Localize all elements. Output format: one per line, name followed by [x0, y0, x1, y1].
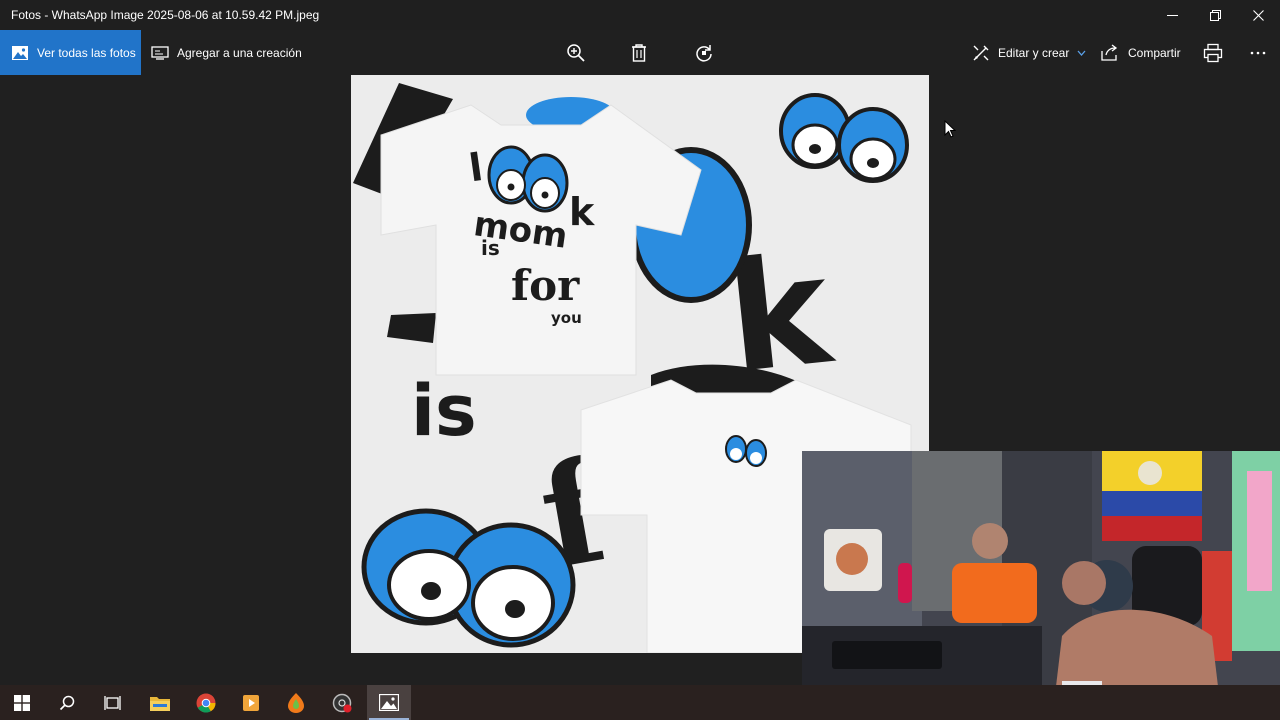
recorder-button[interactable]	[320, 685, 364, 720]
close-button[interactable]	[1236, 0, 1280, 30]
minimize-button[interactable]	[1150, 0, 1194, 30]
photos-toolbar: Ver todas las fotos Agregar a una creaci…	[0, 30, 1280, 75]
zoom-in-icon	[567, 43, 585, 62]
more-icon	[1250, 51, 1266, 54]
recorder-icon	[332, 693, 352, 712]
close-icon	[1252, 9, 1264, 21]
add-to-creation-label: Agregar a una creación	[177, 45, 302, 60]
share-icon	[1101, 44, 1118, 61]
eyes-sticker-bottom-left	[361, 508, 576, 648]
restore-icon	[1209, 9, 1221, 21]
edit-create-icon	[973, 45, 989, 60]
media-player-button[interactable]	[229, 685, 273, 720]
printer-icon	[1203, 43, 1223, 62]
add-to-creation-button[interactable]: Agregar a una creación	[151, 30, 302, 75]
restore-button[interactable]	[1193, 0, 1237, 30]
rotate-icon	[696, 44, 712, 62]
see-all-photos-button[interactable]: Ver todas las fotos	[0, 30, 141, 75]
edit-and-create-label: Editar y crear	[998, 45, 1070, 60]
see-all-photos-label: Ver todas las fotos	[37, 45, 136, 60]
task-view-button[interactable]	[90, 685, 134, 720]
mouse-cursor-icon	[944, 120, 956, 138]
share-button[interactable]: Compartir	[1101, 30, 1181, 75]
webcam-feed-image	[802, 451, 1280, 720]
fl-studio-icon	[288, 692, 304, 713]
taskbar-search-button[interactable]	[45, 685, 89, 720]
share-label: Compartir	[1128, 45, 1181, 60]
photos-gallery-icon	[12, 45, 28, 60]
shirt-eyes-graphic	[487, 145, 569, 213]
print-button[interactable]	[1198, 30, 1228, 75]
chrome-button[interactable]	[184, 685, 228, 720]
webcam-overlay	[802, 451, 1280, 720]
photos-app-button[interactable]	[367, 685, 411, 720]
search-icon	[59, 695, 75, 710]
start-button[interactable]	[0, 685, 44, 720]
media-player-icon	[243, 694, 259, 711]
chrome-icon	[196, 693, 216, 713]
delete-button[interactable]	[624, 30, 654, 75]
rotate-button[interactable]	[689, 30, 719, 75]
add-to-creation-icon	[151, 45, 169, 60]
shirt-text-k: k	[569, 190, 595, 234]
task-view-icon	[103, 695, 121, 710]
file-explorer-icon	[150, 696, 170, 711]
shirt-text-is: is	[481, 236, 500, 260]
chevron-down-icon	[1077, 50, 1086, 56]
photos-icon	[379, 694, 399, 711]
bg-word-is: is	[411, 370, 477, 452]
title-bar: Fotos - WhatsApp Image 2025-08-06 at 10.…	[0, 0, 1280, 30]
edit-and-create-button[interactable]: Editar y crear	[972, 30, 1086, 75]
window-title: Fotos - WhatsApp Image 2025-08-06 at 10.…	[11, 8, 320, 22]
file-explorer-button[interactable]	[138, 685, 182, 720]
windows-taskbar	[0, 685, 1280, 720]
fl-studio-button[interactable]	[274, 685, 318, 720]
zoom-button[interactable]	[561, 30, 591, 75]
shirt-text-for: for	[511, 261, 580, 310]
minimize-icon	[1166, 14, 1178, 16]
trash-icon	[632, 43, 646, 62]
shirt-text-you: you	[551, 309, 582, 327]
more-options-button[interactable]	[1243, 30, 1273, 75]
windows-start-icon	[14, 694, 30, 711]
eyes-sticker-top-right	[779, 93, 909, 183]
